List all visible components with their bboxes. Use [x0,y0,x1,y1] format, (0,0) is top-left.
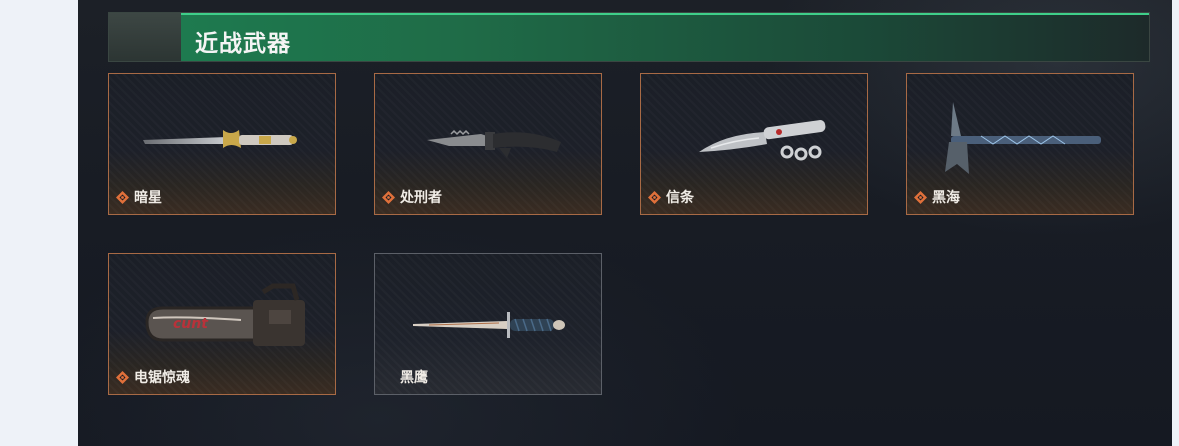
section-header: 近战武器 [108,12,1150,62]
weapon-label: 电锯惊魂 [115,367,190,387]
combat-knife-image [427,129,561,158]
weapon-label: 黑鹰 [381,367,428,387]
empty-icon-slot [381,370,396,385]
svg-text:cunt: cunt [173,316,209,332]
weapon-name: 信条 [666,190,694,206]
weapon-label: 黑海 [913,187,960,207]
weapon-label: 处刑者 [381,187,442,207]
tomahawk-image [945,102,1101,174]
orange-diamond-icon [382,190,395,204]
weapon-name: 黑鹰 [400,370,428,386]
orange-diamond-icon [914,190,927,204]
orange-diamond-icon [116,190,129,204]
weapon-name: 处刑者 [400,190,442,206]
weapon-card-anxing[interactable]: 暗星 [108,73,336,215]
right-edge-strip [1172,0,1179,446]
weapon-label: 暗星 [115,187,162,207]
dagger-image [413,312,565,338]
weapon-card-xintiao[interactable]: 信条 [640,73,868,215]
chainsaw-image: cunt [145,283,305,346]
orange-diamond-icon [116,370,129,384]
weapon-name: 黑海 [932,190,960,206]
weapon-panel: 近战武器 暗星 处刑者 信条 黑海 cunt 电锯惊魂 黑鹰 [78,0,1172,446]
header-bar: 近战武器 [181,13,1149,61]
weapon-card-heihai[interactable]: 黑海 [906,73,1134,215]
section-title: 近战武器 [195,31,291,57]
weapon-card-chuxingzhe[interactable]: 处刑者 [374,73,602,215]
weapon-name: 电锯惊魂 [134,370,190,386]
header-left-block [109,13,181,61]
knife-image [143,130,297,148]
weapon-name: 暗星 [134,190,162,206]
knuckle-knife-image [699,120,826,161]
weapon-label: 信条 [647,187,694,207]
weapon-card-heiying[interactable]: 黑鹰 [374,253,602,395]
orange-diamond-icon [648,190,661,204]
weapon-card-dianjujinghun[interactable]: cunt 电锯惊魂 [108,253,336,395]
